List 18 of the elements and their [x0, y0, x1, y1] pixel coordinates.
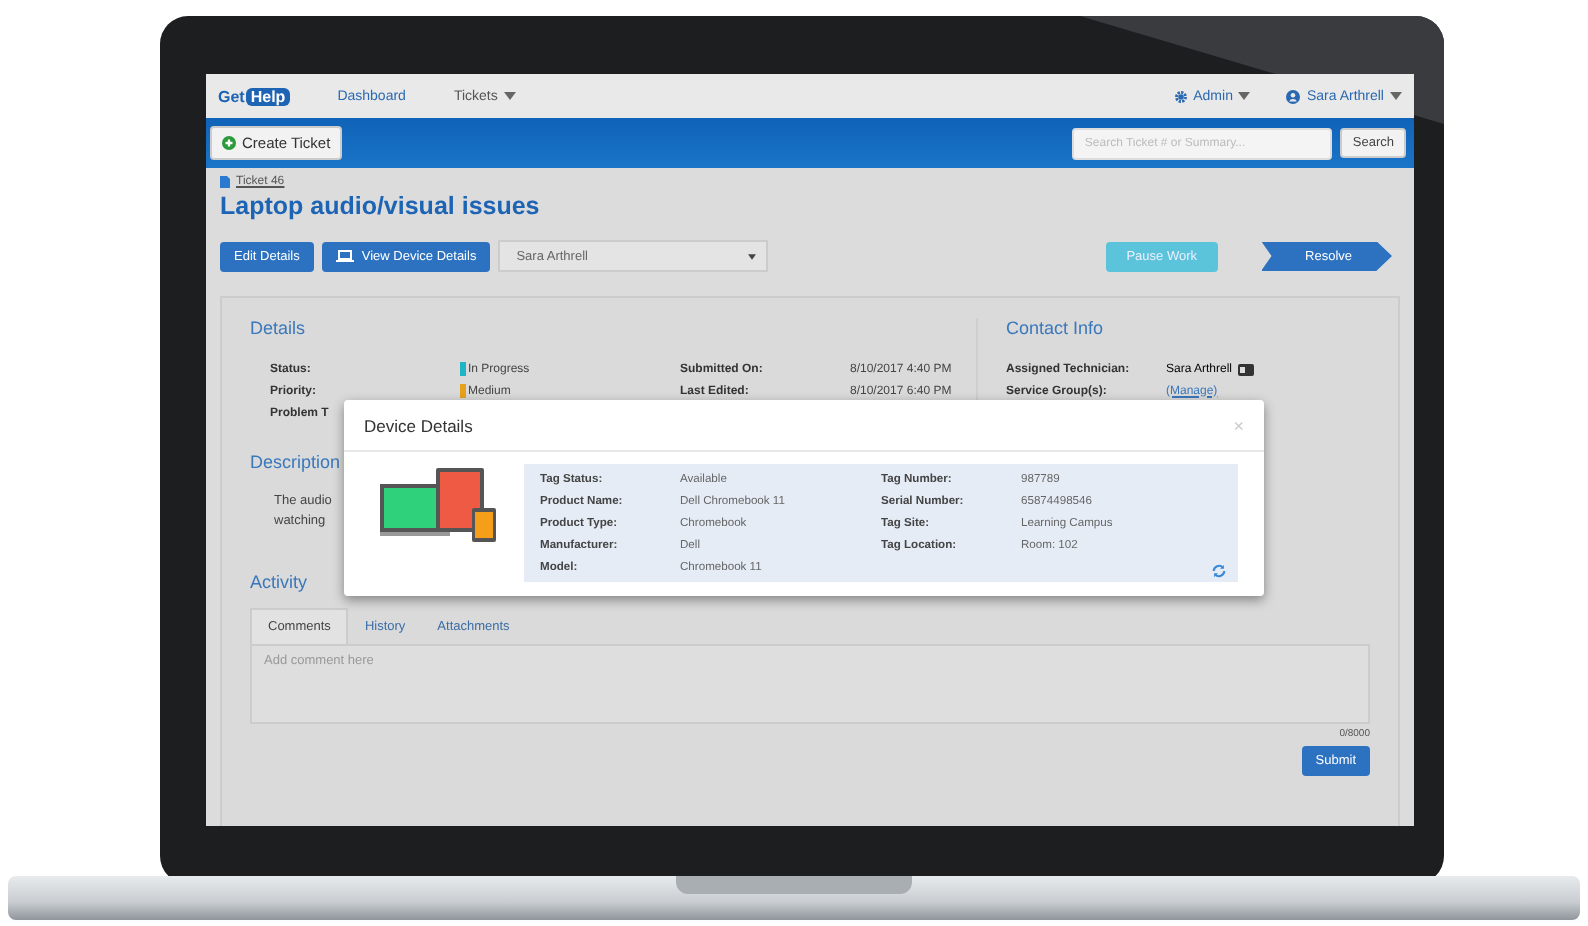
gear-icon: [1173, 89, 1188, 103]
caret-icon: [748, 253, 757, 259]
section-heading: Details: [250, 318, 308, 338]
plus-icon: [222, 136, 236, 150]
laptop-icon: [335, 250, 354, 262]
section-heading: Description: [250, 452, 343, 472]
document-icon: [220, 176, 230, 188]
dialog-title: Device Details: [364, 415, 473, 435]
caret-icon: [503, 92, 516, 100]
contact-card-icon[interactable]: [1238, 363, 1255, 375]
caret-icon: [1238, 92, 1251, 100]
user-icon: [1286, 89, 1301, 103]
ticket-title: Laptop audio/visual issues: [220, 192, 542, 220]
section-heading: Contact Info: [1006, 318, 1106, 338]
refresh-icon[interactable]: [1212, 564, 1226, 578]
caret-icon: [1390, 92, 1402, 100]
section-heading: Activity: [250, 572, 310, 592]
devices-icon: [380, 464, 500, 548]
